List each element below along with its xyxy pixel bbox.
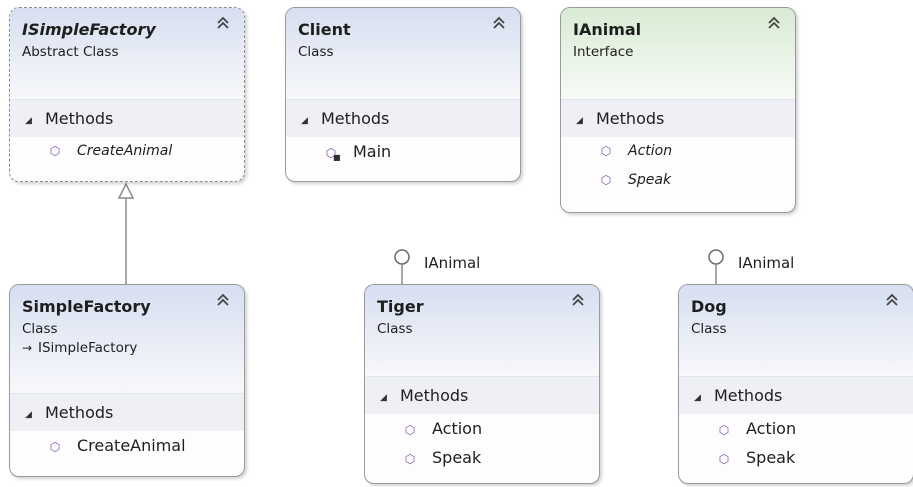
method-label: Main <box>353 142 392 161</box>
simplefactory-methods-section[interactable]: ◢ Methods <box>10 393 244 431</box>
tiger-header[interactable]: Tiger Class <box>365 285 599 376</box>
ianimal-title: IAnimal <box>573 20 642 39</box>
double-chevron-up-icon[interactable] <box>214 16 232 34</box>
method-label: Speak <box>746 448 796 467</box>
method-item[interactable]: ⬡ Speak <box>679 443 913 472</box>
triangle-down-icon[interactable]: ◢ <box>694 379 714 417</box>
dog-methods-section[interactable]: ◢ Methods <box>679 376 913 414</box>
inheritance-connector[interactable] <box>117 182 135 284</box>
method-item[interactable]: ⬡ Action <box>365 414 599 443</box>
dog-header[interactable]: Dog Class <box>679 285 913 376</box>
simplefactory-base-class[interactable]: → ISimpleFactory <box>22 339 204 358</box>
method-cube-icon: ⬡ <box>404 423 416 437</box>
method-item[interactable]: ⬡ Speak <box>561 166 795 195</box>
tiger-interface-label: IAnimal <box>424 254 481 272</box>
triangle-down-icon[interactable]: ◢ <box>576 102 596 140</box>
ianimal-methods-section[interactable]: ◢ Methods <box>561 99 795 137</box>
ianimal-shape[interactable]: IAnimal Interface ◢ Methods ⬡ Action ⬡ Spea… <box>560 7 796 213</box>
base-class-label: ISimpleFactory <box>38 340 138 356</box>
method-label: Speak <box>628 172 672 188</box>
tiger-interface-lollipop[interactable] <box>394 249 410 284</box>
tiger-kind: Class <box>377 321 413 337</box>
tiger-shape[interactable]: Tiger Class ◢ Methods ⬡ Action ⬡ Speak <box>364 284 600 484</box>
triangle-down-icon[interactable]: ◢ <box>25 102 45 140</box>
method-item[interactable]: ⬡ Speak <box>365 443 599 472</box>
triangle-down-icon[interactable]: ◢ <box>25 396 45 434</box>
section-label: Methods <box>45 109 114 128</box>
method-cube-icon: ⬡ <box>49 144 61 158</box>
double-chevron-up-icon[interactable] <box>569 293 587 311</box>
client-header[interactable]: Client Class <box>286 8 520 99</box>
dog-interface-lollipop[interactable] <box>708 249 724 284</box>
dog-title: Dog <box>691 297 727 316</box>
method-item[interactable]: ⬡ ■ Main <box>286 137 520 166</box>
method-item[interactable]: ⬡ Action <box>561 137 795 166</box>
tiger-title: Tiger <box>377 297 424 316</box>
method-label: Speak <box>432 448 482 467</box>
client-title: Client <box>298 20 351 39</box>
method-item[interactable]: ⬡ Action <box>679 414 913 443</box>
method-lock-icon: ⬡ ■ <box>325 146 341 162</box>
method-cube-icon: ⬡ <box>49 440 61 454</box>
simplefactory-title: SimpleFactory <box>22 297 151 316</box>
isimplefactory-title: ISimpleFactory <box>22 20 156 39</box>
inheritance-arrow-icon <box>117 182 135 199</box>
method-label: CreateAnimal <box>77 143 173 159</box>
method-cube-icon: ⬡ <box>718 423 730 437</box>
client-methods-section[interactable]: ◢ Methods <box>286 99 520 137</box>
method-label: Action <box>432 419 483 438</box>
ianimal-header[interactable]: IAnimal Interface <box>561 8 795 99</box>
isimplefactory-kind: Abstract Class <box>22 44 119 60</box>
method-cube-icon: ⬡ <box>600 144 612 158</box>
method-cube-icon: ⬡ <box>718 452 730 466</box>
method-label: CreateAnimal <box>77 436 186 455</box>
client-shape[interactable]: Client Class ◢ Methods ⬡ ■ Main <box>285 7 521 182</box>
section-label: Methods <box>714 386 783 405</box>
triangle-down-icon[interactable]: ◢ <box>380 379 400 417</box>
isimplefactory-shape[interactable]: ISimpleFactory Abstract Class ◢ Methods ⬡… <box>9 7 245 182</box>
section-label: Methods <box>400 386 469 405</box>
method-label: Action <box>628 143 673 159</box>
dog-shape[interactable]: Dog Class ◢ Methods ⬡ Action ⬡ Speak <box>678 284 913 484</box>
section-label: Methods <box>321 109 390 128</box>
dog-kind: Class <box>691 321 727 337</box>
simplefactory-kind: Class <box>22 321 58 337</box>
client-kind: Class <box>298 44 334 60</box>
double-chevron-up-icon[interactable] <box>765 16 783 34</box>
triangle-down-icon[interactable]: ◢ <box>301 102 321 140</box>
double-chevron-up-icon[interactable] <box>883 293 901 311</box>
section-label: Methods <box>596 109 665 128</box>
simplefactory-shape[interactable]: SimpleFactory Class → ISimpleFactory ◢ Met… <box>9 284 245 477</box>
method-item[interactable]: ⬡ CreateAnimal <box>10 431 244 460</box>
method-item[interactable]: ⬡ CreateAnimal <box>10 137 244 166</box>
method-label: Action <box>746 419 797 438</box>
double-chevron-up-icon[interactable] <box>490 16 508 34</box>
tiger-methods-section[interactable]: ◢ Methods <box>365 376 599 414</box>
inherits-arrow-icon: → <box>22 341 33 355</box>
double-chevron-up-icon[interactable] <box>214 293 232 311</box>
method-cube-icon: ⬡ <box>600 173 612 187</box>
dog-interface-label: IAnimal <box>738 254 795 272</box>
method-cube-icon: ⬡ <box>404 452 416 466</box>
ianimal-kind: Interface <box>573 44 634 60</box>
isimplefactory-methods-section[interactable]: ◢ Methods <box>10 99 244 137</box>
section-label: Methods <box>45 403 114 422</box>
simplefactory-header[interactable]: SimpleFactory Class → ISimpleFactory <box>10 285 244 393</box>
isimplefactory-header[interactable]: ISimpleFactory Abstract Class <box>10 8 244 99</box>
